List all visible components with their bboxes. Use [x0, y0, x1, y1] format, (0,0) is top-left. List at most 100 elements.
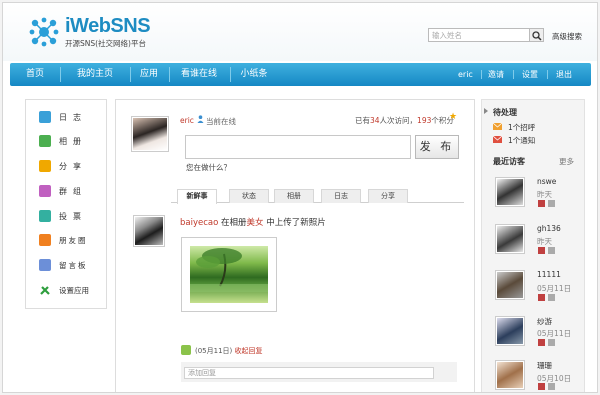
visitor-actions-icon[interactable]	[538, 294, 558, 302]
feed-action-suffix: 中上传了新照片	[266, 218, 326, 228]
avatar-photo	[135, 217, 163, 245]
visitor-actions-icon[interactable]	[538, 247, 558, 255]
visitor-name[interactable]: nswe	[537, 177, 556, 186]
nav-divider	[513, 70, 514, 79]
visitor-avatar[interactable]	[495, 316, 525, 346]
message-board-icon	[39, 259, 51, 271]
nav-settings[interactable]: 设置	[522, 63, 538, 86]
nav-item-home[interactable]: 首页	[20, 63, 50, 86]
feed-album-link[interactable]: 美女	[247, 218, 264, 228]
feed-author-link[interactable]: baiyecao	[180, 218, 218, 228]
visitor-name[interactable]: 珊珊	[537, 360, 552, 371]
todo-greeting-link[interactable]: 1个招呼	[508, 122, 535, 133]
visitor-name[interactable]: gh136	[537, 224, 561, 233]
star-icon: ★	[449, 112, 458, 122]
feed-action-prefix: 在相册	[221, 218, 247, 228]
nav-item-online[interactable]: 看谁在线	[173, 63, 225, 86]
sidebar-item-label: 设置应用	[59, 286, 89, 295]
visitor-actions-icon[interactable]	[538, 339, 558, 347]
recent-visitors-title: 最近访客	[493, 157, 525, 166]
avatar[interactable]	[131, 116, 169, 152]
sidebar-item-group[interactable]: 群组	[35, 183, 107, 199]
feed-date: (05月11日)	[195, 347, 233, 355]
visitor-avatar[interactable]	[495, 224, 525, 254]
visits-prefix: 已有	[355, 116, 370, 125]
sidebar-item-album[interactable]: 相册	[35, 133, 107, 149]
sidebar-item-friends[interactable]: 朋友圈	[35, 232, 107, 248]
sidebar	[25, 99, 107, 309]
feed-avatar[interactable]	[133, 215, 165, 247]
sidebar-item-label: 分享	[59, 162, 87, 171]
reply-input[interactable]: 添加回复	[184, 367, 434, 379]
visitor-avatar[interactable]	[495, 270, 525, 300]
advanced-search-link[interactable]: 高级搜索	[552, 31, 582, 42]
online-status: 当前在线	[206, 117, 236, 126]
nav-item-my-home[interactable]: 我的主页	[65, 63, 125, 86]
nav-divider	[547, 70, 548, 79]
visitor-avatar[interactable]	[495, 360, 525, 390]
visitor-actions-icon[interactable]	[538, 383, 558, 391]
vote-icon	[39, 210, 51, 222]
tab-news[interactable]: 新鲜事	[177, 189, 217, 204]
sidebar-item-label: 投票	[59, 212, 87, 221]
nav-item-apps[interactable]: 应用	[134, 63, 164, 86]
nav-divider	[130, 67, 131, 82]
collapse-replies-link[interactable]: 收起回复	[235, 347, 263, 355]
brand-subtitle: 开源SNS(社交网络)平台	[65, 39, 146, 48]
search-button[interactable]	[530, 28, 544, 42]
publish-button[interactable]: 发 布	[415, 135, 459, 159]
greeting-icon	[493, 123, 502, 130]
tab-journal[interactable]: 日志	[321, 189, 361, 203]
group-icon	[39, 185, 51, 197]
visitor-date: 05月11日	[537, 284, 572, 293]
visitor-name[interactable]: 纱游	[537, 316, 552, 327]
browser-frame: iWebSNS 开源SNS(社交网络)平台 输入姓名 高级搜索 首页 我的主页 …	[2, 2, 598, 393]
points-count: 193	[417, 116, 432, 125]
user-online-icon	[197, 115, 204, 123]
feed-meta: (05月11日) 收起回复	[195, 346, 263, 356]
more-link[interactable]: 更多	[559, 156, 574, 167]
sidebar-item-label: 留言板	[59, 261, 88, 270]
settings-tools-icon	[40, 286, 50, 295]
avatar-photo	[497, 179, 523, 205]
sidebar-item-label: 相册	[59, 137, 87, 146]
sidebar-item-journal[interactable]: 日志	[35, 109, 107, 125]
tree-icon	[190, 248, 268, 292]
visit-stats: 已有34人次访问，193个积分	[355, 115, 454, 126]
search-input[interactable]: 输入姓名	[428, 28, 530, 42]
nav-item-notes[interactable]: 小纸条	[234, 63, 274, 86]
avatar-photo	[497, 272, 523, 298]
reply-icon	[181, 345, 191, 355]
visitor-avatar[interactable]	[495, 177, 525, 207]
tab-status[interactable]: 状态	[229, 189, 269, 203]
feed-photo[interactable]	[181, 237, 277, 312]
tab-album[interactable]: 相册	[274, 189, 314, 203]
nav-divider	[481, 70, 482, 79]
nav-logout[interactable]: 退出	[556, 63, 572, 86]
sidebar-item-message-board[interactable]: 留言板	[35, 257, 107, 273]
status-input[interactable]	[185, 135, 411, 159]
visitor-date: 昨天	[537, 237, 552, 246]
visitor-name[interactable]: 11111	[537, 270, 561, 279]
journal-icon	[39, 111, 51, 123]
visitor-actions-icon[interactable]	[538, 200, 558, 208]
sidebar-item-label: 朋友圈	[59, 236, 88, 245]
logo-icon	[29, 17, 59, 47]
feed-item-text: baiyecao 在相册美女 中上传了新照片	[180, 216, 326, 228]
avatar-photo	[497, 318, 523, 344]
tab-share[interactable]: 分享	[368, 189, 408, 203]
friends-icon	[39, 234, 51, 246]
nav-user[interactable]: eric	[458, 63, 473, 86]
avatar-photo	[497, 226, 523, 252]
todo-notification-link[interactable]: 1个通知	[508, 135, 535, 146]
nav-divider	[169, 67, 170, 82]
visitor-date: 昨天	[537, 190, 552, 199]
sidebar-item-vote[interactable]: 投票	[35, 208, 107, 224]
visitor-date: 05月11日	[537, 329, 572, 338]
photo-landscape	[190, 246, 268, 303]
profile-username[interactable]: eric	[180, 116, 194, 125]
brand-name: iWebSNS	[65, 15, 151, 37]
sidebar-item-app-settings[interactable]: 设置应用	[35, 282, 107, 298]
sidebar-item-share[interactable]: 分享	[35, 158, 107, 174]
nav-invite[interactable]: 邀请	[488, 63, 504, 86]
